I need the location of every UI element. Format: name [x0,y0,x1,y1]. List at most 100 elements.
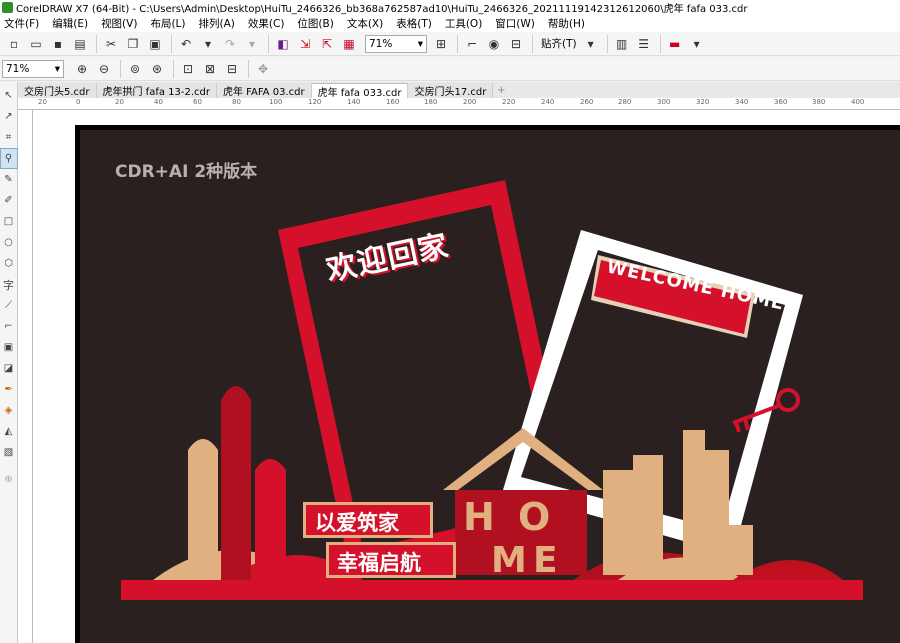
zoom-out-icon[interactable]: ⊖ [94,59,114,79]
menu-arrange[interactable]: 排列(A) [199,16,235,31]
ruler-label: 380 [812,98,826,106]
document-tab[interactable]: 交房门头5.cdr [18,83,97,98]
show-guidelines-icon[interactable]: ⊟ [506,34,526,54]
open-icon[interactable]: ▭ [26,34,46,54]
horizontal-ruler[interactable]: 20 0 20 40 60 80 100 120 140 160 180 200… [18,98,900,110]
zoom-level-select[interactable]: 71% ▾ [365,34,427,53]
zoom-to-selected-icon[interactable]: ⊚ [125,59,145,79]
artistic-media-tool-icon[interactable]: ✐ [1,191,17,210]
chevron-down-icon[interactable]: ▾ [687,34,707,54]
parallel-dimension-tool-icon[interactable]: ⟋ [1,296,17,315]
window-title: CorelDRAW X7 (64-Bit) - C:\Users\Admin\D… [16,4,748,15]
pan-tool-icon[interactable]: ✥ [253,59,273,79]
connector-tool-icon[interactable]: ⌐ [1,317,17,336]
undo-dropdown-icon[interactable]: ▾ [198,34,218,54]
red-pillar [255,459,286,580]
cut-icon[interactable]: ✂ [101,34,121,54]
ruler-label: 20 [38,98,47,106]
document-tab[interactable]: 虎年拱门 fafa 13-2.cdr [96,83,217,98]
menu-bitmaps[interactable]: 位图(B) [297,16,333,31]
home-letter-o: O [518,495,550,539]
document-tab-active[interactable]: 虎年 fafa 033.cdr [311,83,409,99]
menu-file[interactable]: 文件(F) [4,16,39,31]
transparency-tool-icon[interactable]: ◪ [1,359,17,378]
menu-effects[interactable]: 效果(C) [248,16,285,31]
home-letter-m: M [491,540,527,581]
show-grid-icon[interactable]: ◉ [484,34,504,54]
export-icon[interactable]: ⇱ [317,34,337,54]
zoom-to-page-width-icon[interactable]: ⊠ [200,59,220,79]
rectangle-tool-icon[interactable]: □ [1,212,17,231]
outline-pen-icon[interactable]: ▧ [1,443,17,462]
welcome-screen-icon[interactable]: ▬ [665,34,685,54]
freehand-tool-icon[interactable]: ✎ [1,170,17,189]
slogan-text-1[interactable]: 以爱筑家 [315,507,399,537]
version-label[interactable]: CDR+AI 2种版本 [115,157,257,182]
application-launcher-icon[interactable]: ☰ [634,34,654,54]
search-content-icon[interactable]: ◧ [273,34,293,54]
interactive-fill-tool-icon[interactable]: ◈ [1,401,17,420]
menu-edit[interactable]: 编辑(E) [52,16,88,31]
zoom-to-all-objects-icon[interactable]: ⊛ [147,59,167,79]
add-tab-icon[interactable]: + [493,83,509,98]
options-icon[interactable]: ▥ [612,34,632,54]
zoom-to-page-icon[interactable]: ⊡ [178,59,198,79]
property-bar: 71% ▾ ⊕ ⊖ ⊚ ⊛ ⊡ ⊠ ⊟ ✥ [0,57,900,81]
snap-to-menu[interactable]: 贴齐(T) [541,36,577,51]
ruler-label: 340 [735,98,749,106]
redo-dropdown-icon[interactable]: ▾ [242,34,262,54]
document-tab[interactable]: 虎年 FAFA 03.cdr [217,83,312,98]
slogan-text-2[interactable]: 幸福启航 [337,547,421,577]
publish-pdf-icon[interactable]: ▦ [339,34,359,54]
save-icon[interactable]: ▪ [48,34,68,54]
ruler-label: 40 [154,98,163,106]
shape-tool-icon[interactable]: ↗ [1,107,17,126]
artwork[interactable]: H O M E [33,110,900,643]
add-tool-icon[interactable]: ⊕ [1,470,17,489]
ruler-label: 180 [424,98,438,106]
print-icon[interactable]: ▤ [70,34,90,54]
drawing-canvas[interactable]: H O M E CDR+AI 2种版本 欢迎回家 WELCOME HOME 以爱… [33,110,900,643]
gold-pillar [188,439,218,580]
menu-view[interactable]: 视图(V) [101,16,137,31]
ruler-label: 0 [76,98,81,106]
zoom-levels-select[interactable]: 71% ▾ [2,59,64,78]
smart-fill-tool-icon[interactable]: ◭ [1,422,17,441]
ruler-label: 220 [502,98,516,106]
paste-icon[interactable]: ▣ [145,34,165,54]
crop-tool-icon[interactable]: ⌗ [1,128,17,147]
document-tab[interactable]: 交房门头17.cdr [408,83,494,98]
drop-shadow-tool-icon[interactable]: ▣ [1,338,17,357]
full-screen-icon[interactable]: ⊞ [431,34,451,54]
new-document-icon[interactable]: ▫ [4,34,24,54]
zoom-tool-icon[interactable]: ⚲ [0,148,18,169]
ruler-label: 260 [580,98,594,106]
copy-icon[interactable]: ❐ [123,34,143,54]
menu-tools[interactable]: 工具(O) [445,16,482,31]
show-rulers-icon[interactable]: ⌐ [462,34,482,54]
redo-icon[interactable]: ↷ [220,34,240,54]
home-letter-h: H [463,495,495,539]
menu-bar: 文件(F) 编辑(E) 视图(V) 布局(L) 排列(A) 效果(C) 位图(B… [0,15,900,32]
ruler-label: 200 [463,98,477,106]
undo-icon[interactable]: ↶ [176,34,196,54]
menu-table[interactable]: 表格(T) [396,16,432,31]
import-icon[interactable]: ⇲ [295,34,315,54]
base-platform [121,580,863,600]
ruler-label: 80 [232,98,241,106]
color-eyedropper-tool-icon[interactable]: ✒ [1,380,17,399]
menu-text[interactable]: 文本(X) [347,16,383,31]
zoom-to-page-height-icon[interactable]: ⊟ [222,59,242,79]
coreldraw-app-icon [2,2,13,13]
menu-window[interactable]: 窗口(W) [495,16,535,31]
ellipse-tool-icon[interactable]: ○ [1,233,17,252]
pick-tool-icon[interactable]: ↖ [1,86,17,105]
text-tool-icon[interactable]: 字 [1,275,17,294]
polygon-tool-icon[interactable]: ⬡ [1,254,17,273]
chevron-down-icon[interactable]: ▾ [581,34,601,54]
menu-help[interactable]: 帮助(H) [548,16,585,31]
vertical-ruler[interactable] [18,110,33,643]
zoom-in-icon[interactable]: ⊕ [72,59,92,79]
menu-layout[interactable]: 布局(L) [150,16,185,31]
ruler-label: 120 [308,98,322,106]
